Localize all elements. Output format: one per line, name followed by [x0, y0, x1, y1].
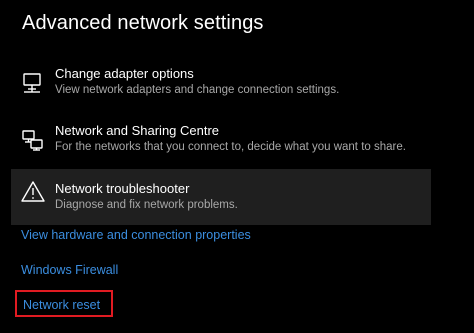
- windows-firewall-link[interactable]: Windows Firewall: [21, 263, 118, 277]
- warning-triangle-icon: [20, 179, 46, 205]
- change-adapter-options-description: View network adapters and change connect…: [55, 84, 340, 96]
- network-reset-highlight-box: Network reset: [15, 290, 113, 317]
- network-troubleshooter-title: Network troubleshooter: [55, 181, 190, 196]
- change-adapter-options-title: Change adapter options: [55, 66, 194, 81]
- change-adapter-options-item[interactable]: Change adapter options View network adap…: [11, 62, 431, 118]
- sharing-centre-icon: [20, 127, 46, 153]
- network-sharing-centre-item[interactable]: Network and Sharing Centre For the netwo…: [11, 119, 431, 175]
- network-troubleshooter-item[interactable]: Network troubleshooter Diagnose and fix …: [11, 169, 431, 225]
- network-troubleshooter-description: Diagnose and fix network problems.: [55, 199, 238, 211]
- network-sharing-centre-description: For the networks that you connect to, de…: [55, 141, 406, 153]
- network-reset-link[interactable]: Network reset: [23, 298, 100, 312]
- page-title: Advanced network settings: [22, 12, 264, 34]
- view-hardware-properties-link[interactable]: View hardware and connection properties: [21, 228, 251, 242]
- monitor-network-icon: [20, 70, 46, 96]
- network-sharing-centre-title: Network and Sharing Centre: [55, 123, 220, 138]
